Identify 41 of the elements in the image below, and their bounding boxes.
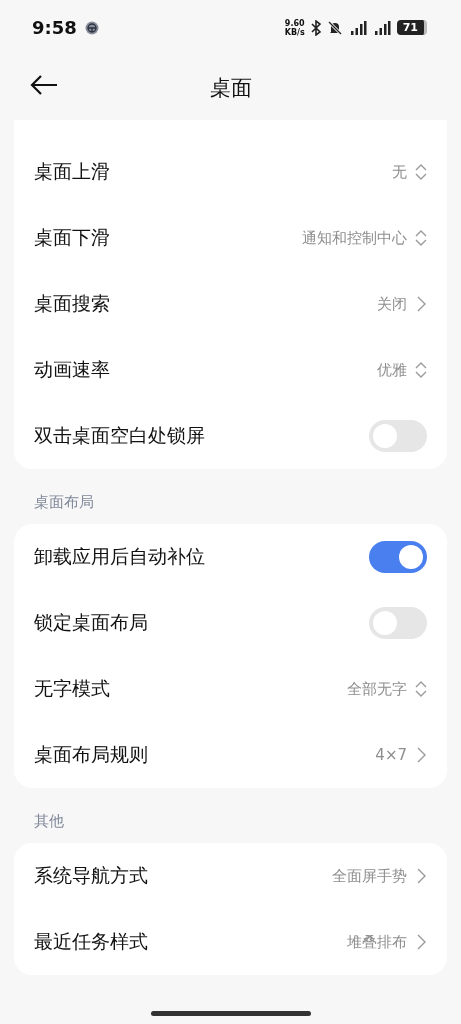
- up-down-chevron-icon[interactable]: [415, 361, 427, 379]
- section-header: 其他: [34, 812, 64, 831]
- chevron-right-icon[interactable]: [415, 746, 427, 764]
- setting-value[interactable]: 通知和控制中心: [302, 228, 407, 248]
- battery-level: 71: [396, 20, 427, 35]
- setting-label: 动画速率: [34, 357, 111, 382]
- setting-label: 双击桌面空白处锁屏: [34, 423, 206, 448]
- setting-value[interactable]: 全面屏手势: [332, 866, 407, 886]
- back-button[interactable]: [30, 75, 58, 95]
- setting-label: 桌面搜索: [34, 291, 111, 316]
- bluetooth-icon: [308, 19, 323, 36]
- bell-muted-icon: [326, 19, 343, 36]
- setting-label: 桌面上滑: [34, 159, 111, 184]
- setting-value[interactable]: 优雅: [377, 360, 407, 380]
- setting-label: 桌面布局规则: [34, 742, 149, 767]
- toggle-switch[interactable]: [369, 541, 427, 573]
- setting-label: 卸载应用后自动补位: [34, 544, 206, 569]
- network-speed-unit: KB/s: [284, 27, 305, 37]
- steering-wheel-icon: [84, 20, 99, 35]
- setting-label: 最近任务样式: [34, 929, 149, 954]
- toggle-switch[interactable]: [369, 420, 427, 452]
- chevron-right-icon[interactable]: [415, 867, 427, 885]
- setting-label: 桌面下滑: [34, 225, 111, 250]
- setting-label: 系统导航方式: [34, 863, 149, 888]
- setting-value[interactable]: 堆叠排布: [347, 932, 407, 952]
- chevron-right-icon[interactable]: [415, 933, 427, 951]
- setting-value[interactable]: 无: [392, 162, 407, 182]
- setting-label: 锁定桌面布局: [34, 610, 149, 635]
- setting-value[interactable]: 全部无字: [347, 679, 407, 699]
- setting-label: 无字模式: [34, 676, 111, 701]
- up-down-chevron-icon[interactable]: [415, 163, 427, 181]
- network-speed: 9.60: [284, 18, 305, 28]
- page-title: 桌面: [209, 74, 252, 102]
- setting-value[interactable]: 4×7: [375, 746, 407, 764]
- toggle-switch[interactable]: [369, 607, 427, 639]
- status-time: 9:58: [32, 17, 77, 38]
- section-header: 桌面布局: [34, 493, 94, 512]
- up-down-chevron-icon[interactable]: [415, 680, 427, 698]
- up-down-chevron-icon[interactable]: [415, 229, 427, 247]
- chevron-right-icon[interactable]: [415, 295, 427, 313]
- setting-value[interactable]: 关闭: [377, 294, 407, 314]
